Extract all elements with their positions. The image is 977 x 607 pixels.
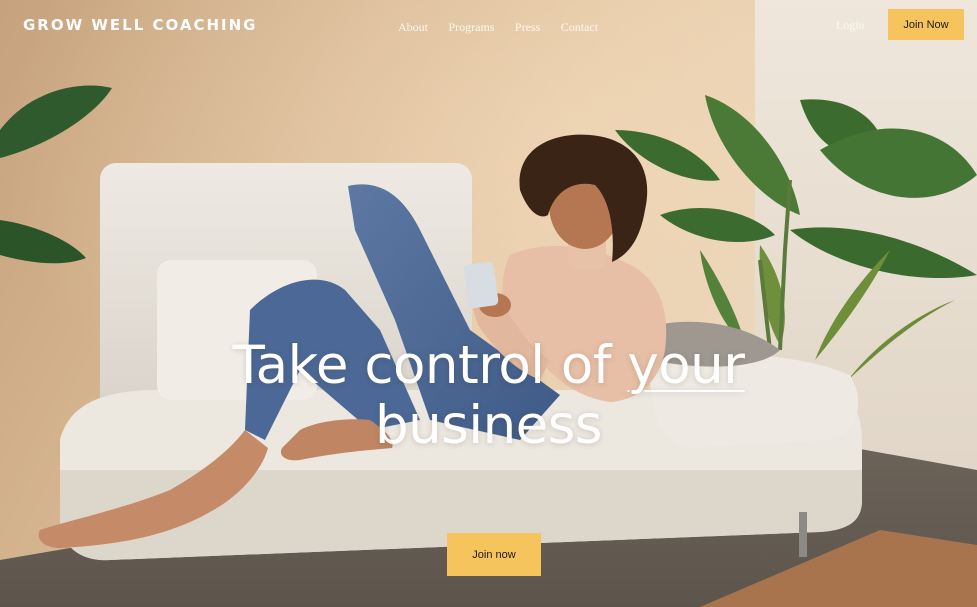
hero-title: Take control of your business <box>0 336 977 456</box>
login-link[interactable]: Login <box>836 18 865 33</box>
hero-title-emphasis: your <box>627 335 745 396</box>
main-nav: About Programs Press Contact <box>398 18 614 36</box>
site-header: GROW WELL COACHING About Programs Press … <box>0 0 977 50</box>
nav-link-programs[interactable]: Programs <box>448 20 494 35</box>
nav-link-press[interactable]: Press <box>515 20 540 35</box>
hero-title-part2: business <box>375 395 603 456</box>
site-logo[interactable]: GROW WELL COACHING <box>23 16 258 34</box>
nav-link-contact[interactable]: Contact <box>561 20 598 35</box>
join-now-header-button[interactable]: Join Now <box>888 9 964 40</box>
hero-background-image <box>0 0 977 607</box>
hero-title-part1: Take control of <box>232 335 628 396</box>
nav-link-about[interactable]: About <box>398 20 428 35</box>
join-now-hero-button[interactable]: Join now <box>447 533 541 576</box>
